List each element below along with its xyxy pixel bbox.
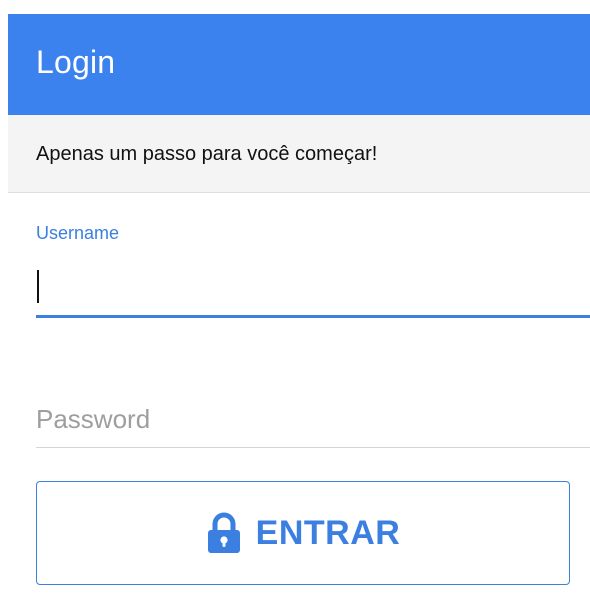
username-label: Username: [36, 223, 120, 243]
submit-button-label: ENTRAR: [255, 513, 401, 552]
lock-icon: [207, 512, 240, 553]
app-header: Login: [8, 14, 590, 115]
page-title: Login: [36, 44, 116, 80]
text-cursor: [37, 270, 39, 303]
username-input[interactable]: [36, 262, 590, 318]
password-input[interactable]: [36, 392, 590, 448]
subheader-banner: Apenas um passo para você começar!: [8, 115, 590, 193]
login-screen: Login Apenas um passo para você começar!…: [0, 0, 590, 602]
subheader-text: Apenas um passo para você começar!: [36, 143, 378, 165]
submit-button[interactable]: ENTRAR: [36, 481, 570, 585]
